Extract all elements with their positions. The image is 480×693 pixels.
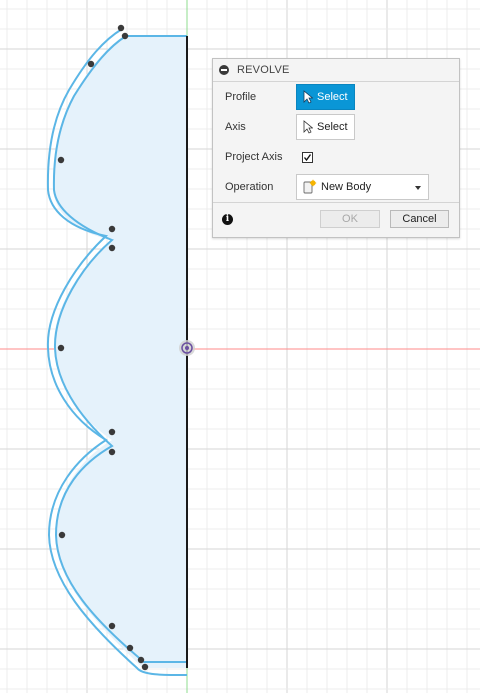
- checkmark-icon: [303, 153, 312, 161]
- sketch-point: [108, 448, 116, 456]
- new-body-icon: [303, 179, 317, 194]
- revolve-dialog: REVOLVE Profile Select Axis Select Proje…: [212, 58, 460, 238]
- chevron-down-icon: [415, 186, 421, 190]
- profile-select-label: Select: [317, 91, 348, 103]
- operation-row: Operation New Body: [213, 173, 459, 201]
- sketch-point: [117, 24, 125, 32]
- dialog-footer: i OK Cancel: [213, 202, 459, 237]
- axis-label: Axis: [225, 121, 246, 133]
- sketch-point: [57, 156, 65, 164]
- profile-select-button[interactable]: Select: [296, 84, 355, 110]
- collapse-icon[interactable]: [219, 65, 229, 75]
- profile-row: Profile Select: [213, 83, 459, 111]
- project-axis-label: Project Axis: [225, 151, 283, 163]
- sketch-point: [141, 663, 149, 671]
- dialog-title: REVOLVE: [237, 64, 290, 76]
- cancel-button[interactable]: Cancel: [390, 210, 449, 228]
- cursor-arrow-icon: [303, 120, 313, 134]
- sketch-point: [108, 622, 116, 630]
- axis-select-label: Select: [317, 121, 348, 133]
- operation-label: Operation: [225, 181, 274, 193]
- profile-region[interactable]: [52, 36, 187, 668]
- origin-marker[interactable]: [179, 340, 195, 356]
- sketch-point: [126, 644, 134, 652]
- operation-dropdown[interactable]: New Body: [296, 174, 429, 200]
- sketch-point: [108, 428, 116, 436]
- sketch-point: [58, 531, 66, 539]
- axis-row: Axis Select: [213, 113, 459, 141]
- project-axis-checkbox[interactable]: [302, 151, 313, 163]
- dialog-header[interactable]: REVOLVE: [213, 59, 459, 82]
- axis-select-button[interactable]: Select: [296, 114, 355, 140]
- info-icon[interactable]: i: [222, 214, 233, 225]
- profile-label: Profile: [225, 91, 257, 103]
- sketch-point: [108, 244, 116, 252]
- ok-button[interactable]: OK: [320, 210, 380, 228]
- sketch-point: [108, 225, 116, 233]
- cursor-arrow-icon: [303, 90, 313, 104]
- sketch-point: [137, 656, 145, 664]
- sketch-point: [121, 32, 129, 40]
- sketch-point: [57, 344, 65, 352]
- sketch-point: [87, 60, 95, 68]
- operation-value: New Body: [321, 181, 372, 193]
- project-axis-row: Project Axis: [213, 143, 459, 171]
